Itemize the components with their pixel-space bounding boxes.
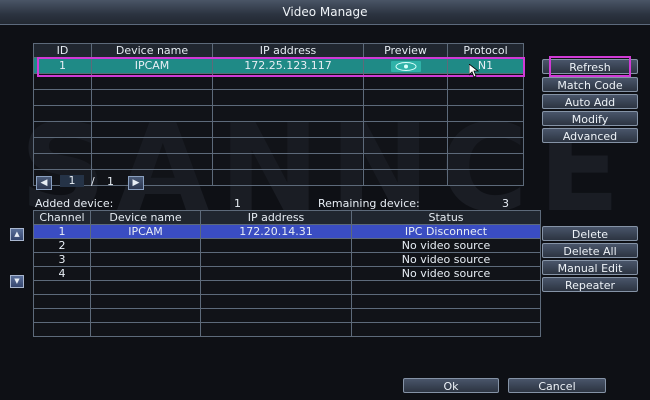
move-down-button[interactable]: ▼: [10, 275, 24, 288]
cell-id: 1: [33, 57, 92, 74]
delete-button[interactable]: Delete: [542, 226, 638, 241]
col-header-device-name: Device name: [91, 43, 213, 58]
table-row[interactable]: [33, 105, 524, 122]
match-code-button[interactable]: Match Code: [542, 77, 638, 92]
cell-device-name: [90, 238, 201, 253]
table-row[interactable]: 1 IPCAM 172.20.14.31 IPC Disconnect: [33, 224, 541, 239]
search-device-table: ID Device name IP address Preview Protoc…: [33, 43, 524, 186]
table-row[interactable]: [33, 294, 541, 309]
modify-button[interactable]: Modify: [542, 111, 638, 126]
repeater-button[interactable]: Repeater: [542, 277, 638, 292]
col-header-ip-address: IP address: [200, 210, 352, 225]
refresh-button[interactable]: Refresh: [542, 59, 638, 74]
table-row[interactable]: [33, 308, 541, 323]
table-row[interactable]: [33, 280, 541, 295]
ok-button[interactable]: Ok: [403, 378, 499, 393]
chevron-left-icon: ◀: [40, 178, 48, 188]
cell-device-name: IPCAM: [90, 224, 201, 239]
auto-add-button[interactable]: Auto Add: [542, 94, 638, 109]
cell-device-name: [90, 252, 201, 267]
col-header-protocol: Protocol: [447, 43, 524, 58]
mouse-cursor-icon: [469, 64, 479, 78]
cell-status: No video source: [351, 238, 541, 253]
added-device-value: 1: [234, 197, 241, 210]
table-row[interactable]: 3 No video source: [33, 252, 541, 267]
page-separator: /: [91, 175, 95, 188]
cell-ip-address: 172.20.14.31: [200, 224, 352, 239]
cell-status: No video source: [351, 252, 541, 267]
col-header-channel: Channel: [33, 210, 91, 225]
cell-ip-address: 172.25.123.117: [212, 57, 364, 74]
table-row[interactable]: 4 No video source: [33, 266, 541, 281]
cell-ip-address: [200, 252, 352, 267]
prev-page-button[interactable]: ◀: [36, 176, 52, 190]
table-row[interactable]: [33, 137, 524, 154]
arrow-down-icon: ▼: [14, 277, 20, 285]
cell-channel: 1: [33, 224, 91, 239]
remaining-device-value: 3: [502, 197, 509, 210]
table-row[interactable]: [33, 153, 524, 170]
col-header-preview: Preview: [363, 43, 448, 58]
cell-device-name: IPCAM: [91, 57, 213, 74]
cell-channel: 2: [33, 238, 91, 253]
window-title: Video Manage: [0, 0, 650, 25]
advanced-button[interactable]: Advanced: [542, 128, 638, 143]
cancel-button[interactable]: Cancel: [508, 378, 606, 393]
col-header-id: ID: [33, 43, 92, 58]
cell-status: No video source: [351, 266, 541, 281]
cell-preview[interactable]: [363, 57, 448, 74]
total-pages: 1: [107, 175, 114, 188]
cell-device-name: [90, 266, 201, 281]
cell-status: IPC Disconnect: [351, 224, 541, 239]
cell-channel: 3: [33, 252, 91, 267]
col-header-device-name: Device name: [90, 210, 201, 225]
next-page-button[interactable]: ▶: [128, 176, 144, 190]
table-row[interactable]: [33, 73, 524, 90]
delete-all-button[interactable]: Delete All: [542, 243, 638, 258]
table-row[interactable]: 1 IPCAM 172.25.123.117 N1: [33, 57, 524, 74]
added-device-table: Channel Device name IP address Status 1 …: [33, 210, 541, 337]
chevron-right-icon: ▶: [132, 178, 140, 188]
col-header-ip-address: IP address: [212, 43, 364, 58]
table-row[interactable]: [33, 322, 541, 337]
table-row[interactable]: [33, 121, 524, 138]
current-page-field[interactable]: 1: [60, 175, 84, 187]
cell-ip-address: [200, 266, 352, 281]
cell-protocol: N1: [447, 57, 524, 74]
move-up-button[interactable]: ▲: [10, 228, 24, 241]
cell-channel: 4: [33, 266, 91, 281]
table-row[interactable]: 2 No video source: [33, 238, 541, 253]
arrow-up-icon: ▲: [14, 230, 20, 238]
remaining-device-label: Remaining device:: [318, 197, 420, 210]
added-device-label: Added device:: [35, 197, 114, 210]
col-header-status: Status: [351, 210, 541, 225]
cell-ip-address: [200, 238, 352, 253]
table-row[interactable]: [33, 89, 524, 106]
manual-edit-button[interactable]: Manual Edit: [542, 260, 638, 275]
eye-icon[interactable]: [390, 60, 421, 72]
